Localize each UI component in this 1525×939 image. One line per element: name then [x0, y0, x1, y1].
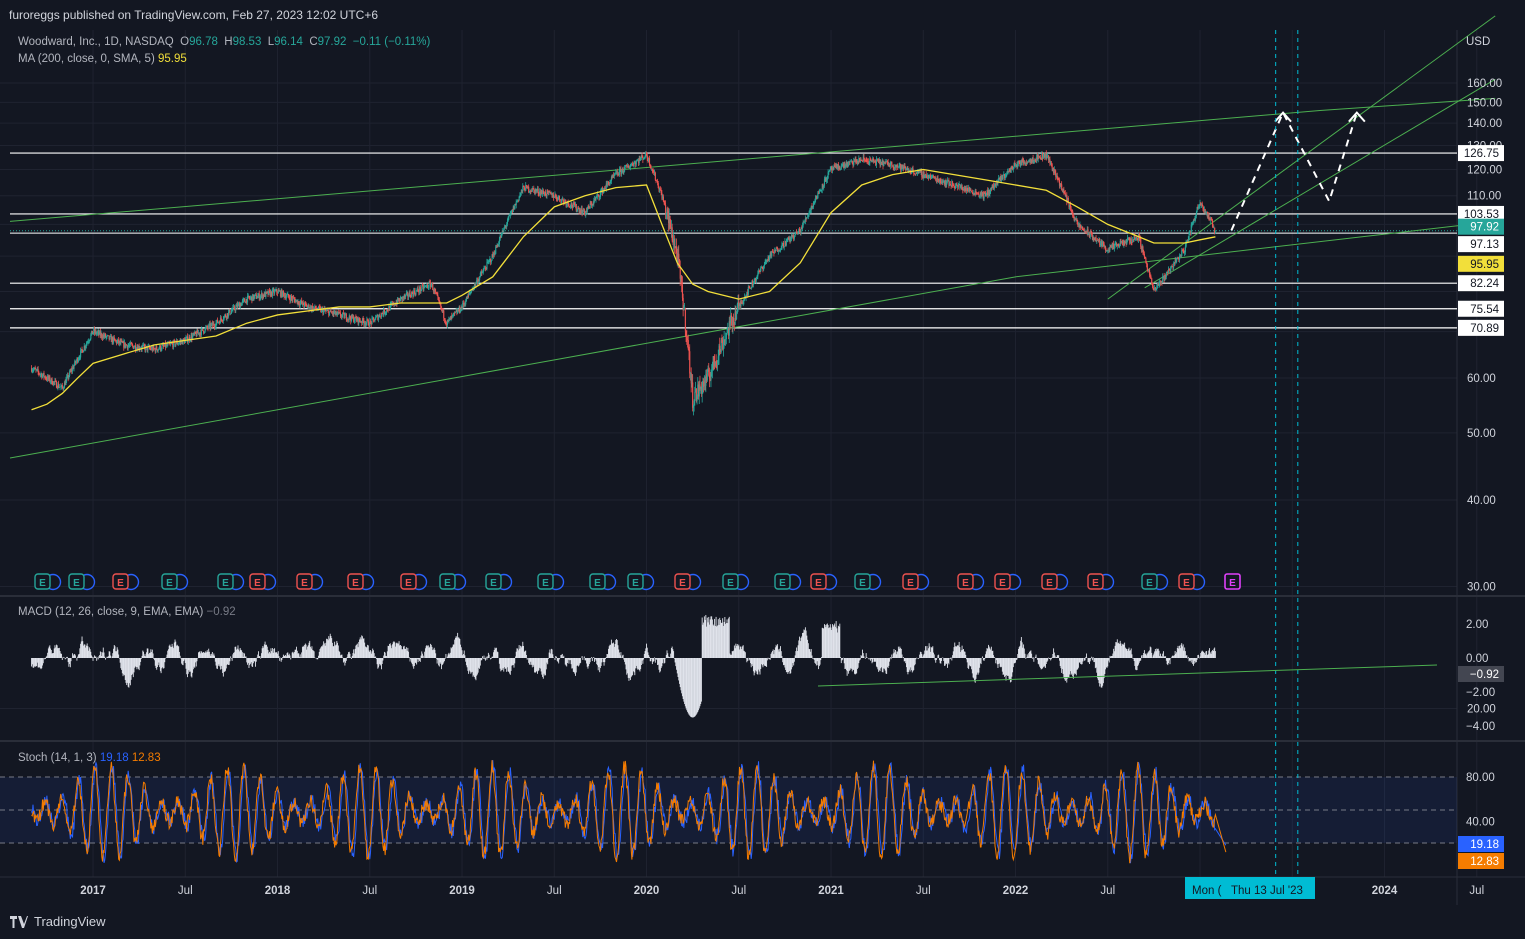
earnings-label: E	[1046, 578, 1053, 589]
channel-line	[9, 97, 1496, 222]
candle-body	[706, 371, 708, 381]
earnings-label: E	[490, 578, 497, 589]
candle-body	[515, 201, 517, 206]
candle-body	[1195, 212, 1197, 216]
candle-body	[286, 294, 288, 297]
candle-body	[684, 308, 686, 331]
earnings-label: E	[1092, 578, 1099, 589]
candle-body	[654, 172, 656, 180]
macd-histogram	[31, 614, 1216, 718]
channel-line	[9, 220, 1496, 459]
earnings-label: E	[779, 578, 786, 589]
earnings-label: E	[444, 578, 451, 589]
earnings-label: E	[405, 578, 412, 589]
candle-body	[1006, 174, 1008, 176]
candle-body	[1214, 232, 1216, 233]
event-markers: EEEEEEEEEEEEEEEEEEEEEEEEEEE	[34, 573, 1241, 591]
earnings-label: E	[962, 578, 969, 589]
candle-body	[1130, 238, 1132, 243]
earnings-label: E	[542, 578, 549, 589]
candle-body	[344, 315, 346, 319]
candle-body	[1146, 264, 1148, 270]
candle-body	[256, 297, 258, 299]
candle-body	[1118, 246, 1121, 247]
ma-line	[31, 168, 1216, 411]
earnings-label: E	[352, 578, 359, 589]
earnings-label: E	[594, 578, 601, 589]
candle-body	[1136, 236, 1138, 239]
candle-body	[235, 306, 237, 311]
trend-line	[1107, 15, 1496, 300]
candle-body	[533, 188, 535, 190]
candle-body	[156, 346, 158, 350]
channel-lines	[9, 15, 1496, 459]
candle-body	[635, 161, 637, 165]
candle-body	[490, 260, 492, 263]
candle-body	[747, 287, 749, 295]
candle-body	[689, 351, 691, 374]
candle-body	[678, 253, 680, 260]
candle-body	[970, 189, 972, 191]
candle-body	[1002, 175, 1004, 180]
earnings-label: E	[73, 578, 80, 589]
earnings-label: E	[222, 578, 229, 589]
earnings-label: E	[166, 578, 173, 589]
candle-body	[1140, 238, 1142, 247]
candle-body	[329, 311, 331, 316]
candle-body	[374, 319, 376, 322]
candle-body	[372, 317, 375, 320]
candle-body	[614, 174, 616, 176]
candle-body	[662, 196, 664, 202]
candle-body	[465, 301, 467, 305]
earnings-label: E	[907, 578, 914, 589]
candle-body	[971, 191, 973, 193]
candle-body	[558, 195, 560, 200]
earnings-label: E	[1146, 578, 1153, 589]
candle-body	[818, 191, 820, 194]
earnings-label: E	[117, 578, 124, 589]
earnings-label: E	[254, 578, 261, 589]
grid-lines	[0, 30, 1478, 877]
candle-body	[63, 388, 65, 390]
candle-body	[244, 299, 246, 302]
candle-body	[568, 203, 570, 207]
candle-body	[1165, 273, 1167, 277]
earnings-label: E	[301, 578, 308, 589]
candle-body	[760, 267, 762, 272]
candle-body	[379, 314, 381, 317]
candle-body	[506, 221, 509, 225]
earnings-label: E	[1183, 578, 1190, 589]
earnings-label: E	[39, 578, 46, 589]
earnings-label: E	[999, 578, 1006, 589]
earnings-label: E	[859, 578, 866, 589]
candle-body	[624, 165, 626, 168]
candle-body	[1105, 246, 1107, 251]
candle-body	[133, 347, 135, 349]
candle-body	[733, 317, 735, 323]
candle-body	[167, 343, 169, 346]
candle-body	[897, 165, 899, 167]
candle-body	[85, 343, 88, 346]
earnings-label: E	[727, 578, 734, 589]
earnings-label: E	[815, 578, 822, 589]
candle-body	[736, 313, 738, 320]
future-earnings-label: E	[1229, 578, 1236, 589]
candle-body	[692, 382, 694, 408]
candle-body	[471, 290, 473, 292]
candle-body	[443, 310, 445, 319]
macd-trend-line	[817, 664, 1438, 687]
candle-body	[694, 391, 696, 401]
candle-body	[1051, 164, 1053, 169]
earnings-label: E	[679, 578, 686, 589]
candle-body	[1070, 208, 1072, 210]
candle-body	[161, 345, 163, 350]
candle-body	[202, 328, 204, 331]
candle-body	[582, 211, 584, 214]
chart-canvas[interactable]: E E E E E E E E E E E E E E E E E E E E E E E E E E EUSD160.00150.…	[0, 0, 1525, 939]
earnings-label: E	[632, 578, 639, 589]
